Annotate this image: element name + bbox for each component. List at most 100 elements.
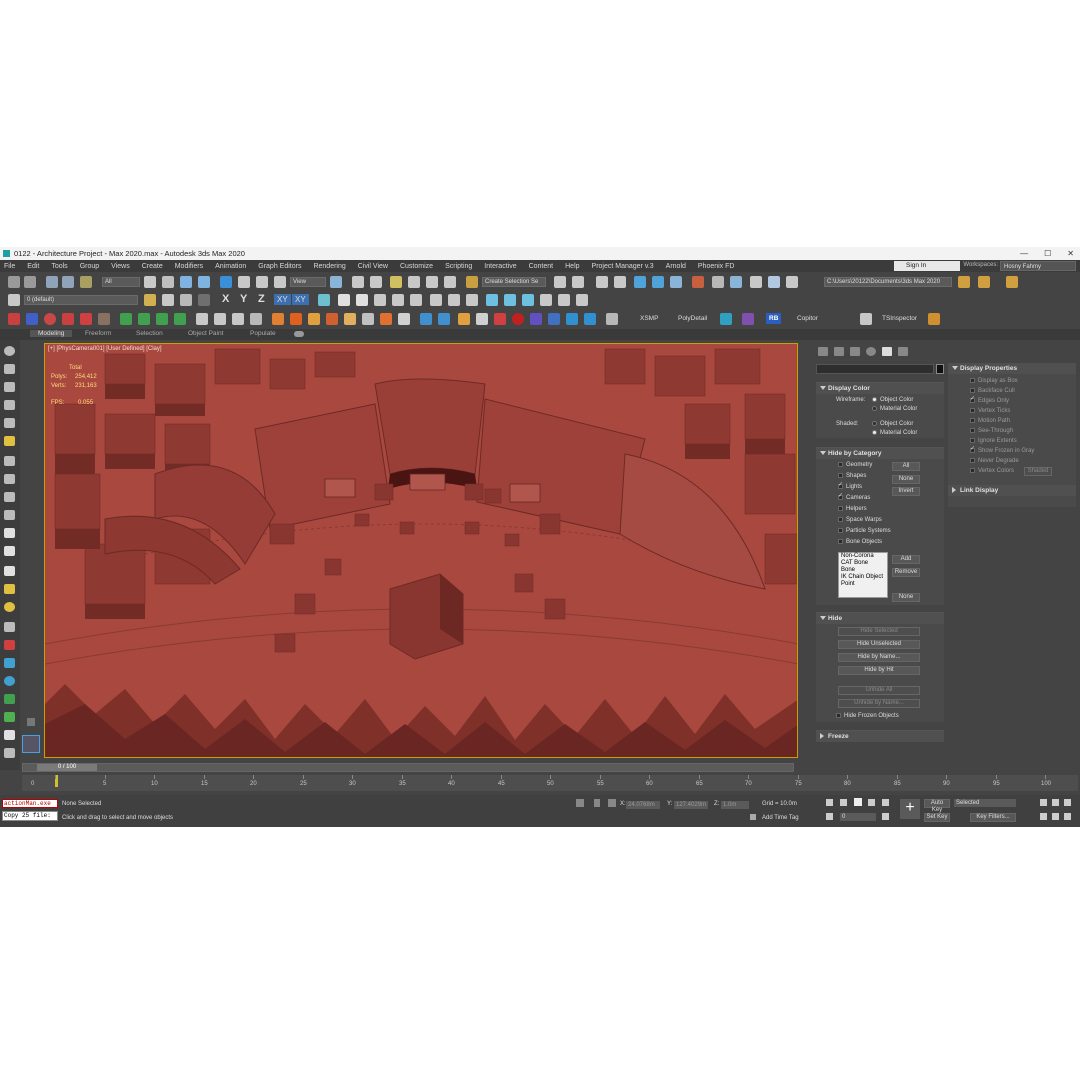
vertex-colors-checkbox[interactable]: Vertex Colors — [970, 468, 1014, 474]
plugin-cyan-icon[interactable] — [720, 313, 732, 325]
toggle-ribbon-icon[interactable] — [634, 276, 646, 288]
cameras-checkbox[interactable]: Cameras — [838, 492, 870, 501]
menu-scripting[interactable]: Scripting — [445, 263, 472, 270]
stop-icon[interactable] — [214, 313, 226, 325]
previous-frame-icon[interactable] — [840, 799, 847, 806]
clone-icon[interactable] — [448, 294, 460, 306]
none-list-button[interactable]: None — [892, 593, 920, 602]
track-bar[interactable]: 0 5 10 15 20 25 30 35 40 45 50 55 60 65 … — [22, 775, 1078, 791]
invert-button[interactable]: Invert — [892, 487, 920, 496]
select-place-icon[interactable] — [274, 276, 286, 288]
hierarchy-tab-icon[interactable] — [850, 346, 860, 356]
menu-interactive[interactable]: Interactive — [484, 263, 516, 270]
plane-icon[interactable] — [4, 400, 15, 410]
polydetail-button[interactable]: PolyDetail — [678, 315, 707, 322]
maxscript-listener-line[interactable]: actionMan.exe — [2, 799, 58, 808]
project-path-field[interactable]: C:\Users\20122\Documents\3ds Max 2020 — [824, 277, 952, 287]
current-frame-field[interactable]: 0 — [840, 813, 876, 821]
shaded-object-color-radio[interactable]: Object Color — [872, 421, 913, 427]
viewport-label[interactable]: [+] [PhysCamera001] [User Defined] [Clay… — [48, 346, 162, 352]
snaps-toggle-icon[interactable] — [390, 276, 402, 288]
reference-coordinate-dropdown[interactable]: View — [290, 277, 326, 287]
menu-graph-editors[interactable]: Graph Editors — [258, 263, 301, 270]
time-config-icon[interactable] — [882, 813, 889, 820]
menu-phoenix-fd[interactable]: Phoenix FD — [698, 263, 735, 270]
select-rotate-icon[interactable] — [238, 276, 250, 288]
menu-civil-view[interactable]: Civil View — [358, 263, 388, 270]
geometry-checkbox[interactable]: Geometry — [838, 462, 872, 468]
orbit-icon[interactable] — [1064, 813, 1071, 820]
shapes-checkbox[interactable]: Shapes — [838, 473, 866, 479]
menu-create[interactable]: Create — [142, 263, 163, 270]
axis-x-button[interactable]: X — [222, 293, 229, 305]
globe-icon[interactable] — [4, 676, 15, 686]
arrow-icon[interactable] — [4, 456, 15, 466]
ignore-extents-checkbox[interactable]: Ignore Extents — [970, 438, 1017, 444]
a360-gallery-icon[interactable] — [786, 276, 798, 288]
phoenix-ocean2-icon[interactable] — [584, 313, 596, 325]
pen-icon[interactable] — [4, 640, 15, 650]
menu-project-manager[interactable]: Project Manager v.3 — [592, 263, 654, 270]
menu-customize[interactable]: Customize — [400, 263, 433, 270]
hide-header[interactable]: Hide — [816, 613, 944, 624]
go-to-start-icon[interactable] — [826, 799, 833, 806]
render-production-icon[interactable] — [750, 276, 762, 288]
workspace-dropdown[interactable]: Hosny Fahmy — [1000, 261, 1076, 271]
spinner-snap-icon[interactable] — [444, 276, 456, 288]
selection-filter-dropdown[interactable]: All — [102, 277, 140, 287]
add-time-tag-button[interactable]: Add Time Tag — [762, 815, 799, 821]
box-icon[interactable] — [4, 382, 15, 392]
render-in-cloud-icon[interactable] — [768, 276, 780, 288]
refresh-icon[interactable] — [430, 294, 442, 306]
phoenix-flame-icon[interactable] — [290, 313, 302, 325]
lighting-analysis-icon[interactable] — [576, 294, 588, 306]
phoenix-source-icon[interactable] — [326, 313, 338, 325]
phoenix-fire-icon[interactable] — [272, 313, 284, 325]
time-slider-handle[interactable]: 0 / 100 — [37, 764, 97, 771]
menu-content[interactable]: Content — [529, 263, 554, 270]
plugin-arrows-green-icon[interactable] — [138, 313, 150, 325]
layer-manager-icon[interactable] — [486, 294, 498, 306]
category-listbox[interactable]: Non-Corona CAT Bone Bone IK Chain Object… — [838, 552, 888, 598]
modify-tab-icon[interactable] — [834, 346, 844, 356]
select-object-icon[interactable] — [144, 276, 156, 288]
plugin-dots-green-icon[interactable] — [156, 313, 168, 325]
tab-populate[interactable]: Populate — [250, 330, 276, 337]
list-item[interactable]: Non-Corona — [841, 553, 887, 560]
window-crossing-icon[interactable] — [198, 276, 210, 288]
set-project-folder-icon[interactable] — [958, 276, 970, 288]
gear-icon[interactable] — [4, 748, 15, 758]
snapshot-icon[interactable] — [466, 294, 478, 306]
rendered-frame-window-icon[interactable] — [730, 276, 742, 288]
table-icon[interactable] — [4, 418, 15, 428]
list-item[interactable]: IK Chain Object — [841, 574, 887, 581]
array-icon[interactable] — [374, 294, 386, 306]
angle-snap-icon[interactable] — [408, 276, 420, 288]
zoom-icon[interactable] — [1040, 799, 1047, 806]
set-key-button[interactable]: Set Key — [924, 813, 950, 822]
sculpt-icon[interactable] — [4, 730, 15, 740]
phoenix-shader-icon[interactable] — [362, 313, 374, 325]
viewport-layout-icon[interactable] — [22, 735, 40, 753]
plugin-box-red-icon[interactable] — [8, 313, 20, 325]
scene-states-icon[interactable] — [504, 294, 516, 306]
menu-edit[interactable]: Edit — [27, 263, 39, 270]
bulb-icon[interactable] — [356, 294, 368, 306]
copitor-button[interactable]: Copitor — [797, 315, 818, 322]
sun-tool-icon[interactable] — [4, 584, 15, 594]
see-through-checkbox[interactable]: See-Through — [970, 428, 1013, 434]
menu-tools[interactable]: Tools — [51, 263, 67, 270]
unlink-icon[interactable] — [62, 276, 74, 288]
toggle-layer-explorer-icon[interactable] — [614, 276, 626, 288]
axis-xy-button[interactable]: XY — [274, 294, 291, 305]
go-to-end-icon[interactable] — [882, 799, 889, 806]
set-key-plus-button[interactable]: + — [900, 799, 920, 819]
phoenix-red-icon[interactable] — [494, 313, 506, 325]
phoenix-purple-icon[interactable] — [530, 313, 542, 325]
tab-freeform[interactable]: Freeform — [85, 330, 111, 337]
xsmp-button[interactable]: XSMP — [640, 315, 658, 322]
wireframe-material-color-radio[interactable]: Material Color — [872, 406, 917, 412]
hide-frozen-objects-checkbox[interactable]: Hide Frozen Objects — [836, 713, 899, 719]
viewport[interactable]: [+] [PhysCamera001] [User Defined] [Clay… — [44, 343, 798, 758]
rectangular-selection-icon[interactable] — [180, 276, 192, 288]
